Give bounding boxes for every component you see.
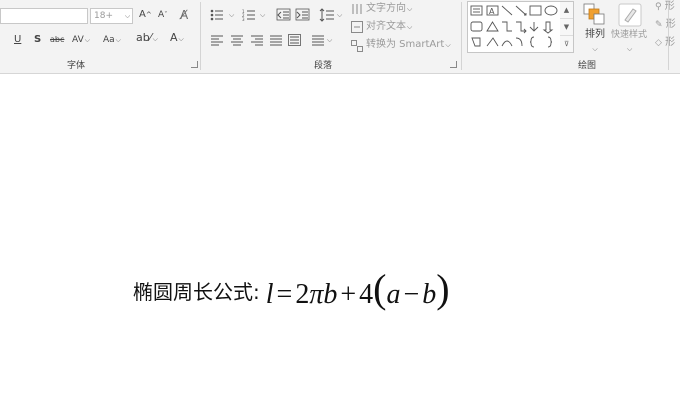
convert-smartart-button[interactable]: 转换为 SmartArt⌵ [366,38,451,52]
bullets-dropdown-icon[interactable]: ⌵ [229,8,234,22]
align-center-icon[interactable] [231,35,243,46]
shape-effects-button[interactable]: ◇ 形 [655,36,675,50]
decrease-indent-icon[interactable] [276,8,291,21]
text-direction-icon [352,4,362,14]
font-color-button[interactable]: A⌵ [170,31,184,46]
eq-open-paren: ( [373,265,387,311]
eq-equals: = [276,278,293,310]
formula-textbox[interactable]: 椭圆周长公式: l = 2πb +4(a − b) [133,266,450,314]
align-text-label: 对齐文本 [366,21,406,32]
columns-icon[interactable] [312,35,324,46]
strikethrough-button[interactable]: abc [50,33,64,47]
columns-dropdown-icon[interactable]: ⌵ [327,33,332,47]
convert-smartart-label: 转换为 SmartArt [366,39,445,50]
svg-text:A: A [489,7,495,16]
font-dialog-launcher[interactable] [191,61,198,68]
gallery-up-icon[interactable]: ▲ [560,2,573,19]
increase-indent-icon[interactable] [295,8,310,21]
font-size-dropdown[interactable]: ⌵ [122,8,133,24]
numbering-icon[interactable]: 123 [242,9,258,22]
numbering-dropdown-icon[interactable]: ⌵ [260,8,265,22]
increase-font-size-button[interactable]: A^ [139,8,152,22]
shadow-button[interactable]: S [34,33,41,47]
shapes-gallery-icons: A [470,5,558,48]
group-divider [200,2,201,70]
paint-bucket-icon: ⚲ [655,2,662,12]
line-spacing-icon[interactable] [319,8,334,22]
arrange-button[interactable]: 排列 ⌵ [585,28,605,56]
eq-var-b1: b [323,278,338,310]
font-color-label: A [170,31,178,44]
shape-effects-label: 形 [665,37,676,48]
smartart-icon [351,40,363,52]
paragraph-dialog-launcher[interactable] [450,61,457,68]
text-direction-label: 文字方向 [366,3,406,14]
quick-styles-label: 快速样式 [611,30,648,40]
drawing-group-label: 绘图 [578,61,597,71]
eq-minus: − [403,278,420,310]
eq-coef2: 4 [359,278,374,310]
shape-fill-label: 形 [664,1,675,12]
eq-pi: π [309,278,324,310]
quick-styles-icon [618,3,642,27]
gallery-down-icon[interactable]: ▼ [560,19,573,36]
formula-caption: 椭圆周长公式: [133,279,260,304]
group-divider [668,2,669,70]
font-size-value: 18+ [94,11,113,21]
eq-lhs: l [265,278,274,310]
arrange-label: 排列 [585,29,605,40]
font-group-label: 字体 [67,61,86,71]
shapes-gallery[interactable]: A [467,1,562,53]
clear-formatting-button[interactable]: A̸ [180,8,188,24]
align-left-icon[interactable] [211,35,223,46]
eq-var-a: a [386,278,401,310]
clear-formatting-icon: A̸ [180,8,189,22]
char-spacing-button[interactable]: AV⌵ [72,33,90,47]
ellipse-perimeter-equation[interactable]: l = 2πb +4(a − b) [265,268,450,311]
gallery-more-icon[interactable]: ⊽ [560,36,573,52]
shape-fill-button[interactable]: ⚲ 形 [655,0,675,14]
font-size-field[interactable]: 18+ [90,8,123,24]
document-canvas[interactable] [0,74,680,413]
eq-coef1: 2 [295,278,310,310]
align-text-button[interactable]: 对齐文本⌵ [366,20,412,34]
align-text-icon [351,21,363,33]
arrange-icon [583,3,605,25]
eq-close-paren: ) [436,265,450,311]
bullets-icon[interactable] [210,9,226,21]
underline-button[interactable]: U [14,33,21,47]
pen-icon: ✎ [655,20,663,30]
decrease-font-size-button[interactable]: Aˇ [158,8,168,22]
eq-var-b2: b [422,278,437,310]
justify-icon[interactable] [270,35,282,46]
quick-styles-button[interactable]: 快速样式 ⌵ [611,28,647,56]
eq-plus: + [340,278,357,310]
text-direction-button[interactable]: 文字方向⌵ [366,2,412,16]
change-case-button[interactable]: Aa⌵ [103,33,121,47]
char-spacing-label: AV [72,35,84,45]
highlight-button[interactable]: ab⁄⌵ [136,31,158,46]
paragraph-group-label: 段落 [314,61,333,71]
highlighter-icon: ab⁄ [136,31,152,44]
shape-outline-button[interactable]: ✎ 形 [655,18,676,32]
line-spacing-dropdown-icon[interactable]: ⌵ [337,8,342,22]
font-name-field[interactable] [0,8,88,24]
distributed-icon[interactable] [288,34,301,46]
align-right-icon[interactable] [251,35,263,46]
svg-text:3: 3 [242,17,245,22]
ribbon: 18+ ⌵ A^ Aˇ A̸ U S abc AV⌵ Aa⌵ ab⁄⌵ A⌵ 字… [0,0,680,74]
shapes-gallery-scroll[interactable]: ▲ ▼ ⊽ [560,1,574,53]
shape-effects-icon: ◇ [655,38,662,48]
group-divider [461,2,462,70]
